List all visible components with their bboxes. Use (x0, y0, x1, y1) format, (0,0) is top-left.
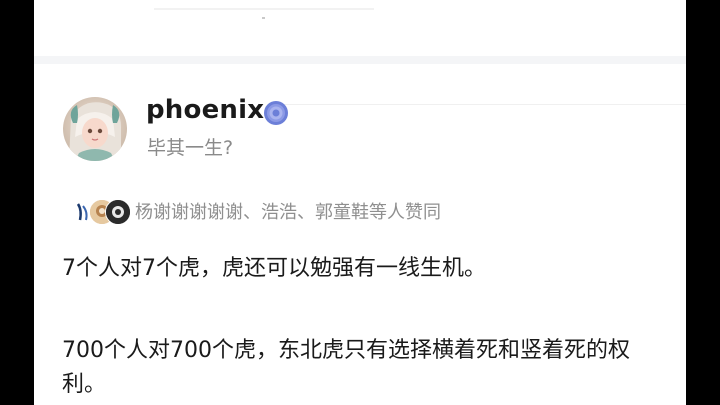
author-name[interactable]: phoenix (146, 95, 264, 125)
answer-paragraph: 700个人对700个虎，东北虎只有选择横着死和竖着死的权利。 (62, 338, 630, 397)
section-divider (34, 56, 686, 64)
verified-badge-icon (264, 101, 288, 125)
previous-card-fragment (154, 8, 374, 10)
author-bio: 毕其一生? (147, 137, 234, 159)
voter-avatars (73, 198, 131, 225)
answer-screen: phoenix 毕其一生? 杨谢谢谢谢谢、浩浩、郭童鞋等人赞同 7个人对7个虎，… (34, 0, 686, 405)
voters-row[interactable]: 杨谢谢谢谢谢、浩浩、郭童鞋等人赞同 (73, 198, 441, 225)
previous-card-dot (262, 17, 265, 19)
faint-rule (284, 104, 686, 105)
voter-avatar (105, 199, 131, 225)
previous-card (34, 0, 686, 56)
voters-text: 杨谢谢谢谢谢、浩浩、郭童鞋等人赞同 (135, 202, 441, 223)
answer-paragraph: 7个人对7个虎，虎还可以勉强有一线生机。 (62, 256, 486, 281)
author-avatar[interactable] (63, 97, 127, 161)
